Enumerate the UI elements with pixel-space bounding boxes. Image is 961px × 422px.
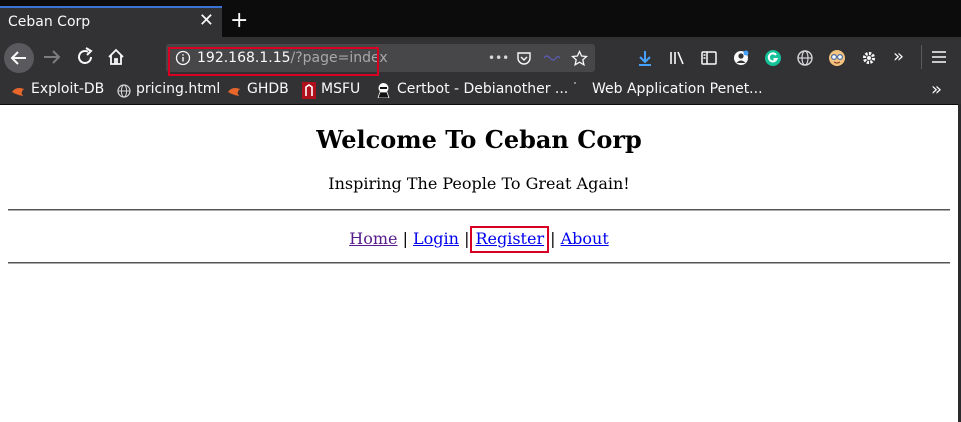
nav-link-login[interactable]: Login: [413, 229, 459, 248]
msfu-icon: [302, 82, 316, 99]
hamburger-menu-icon[interactable]: [931, 50, 947, 64]
grammarly-icon[interactable]: [764, 49, 782, 67]
bookmark-star-icon[interactable]: [571, 50, 588, 67]
register-highlight-box: Register: [470, 226, 550, 253]
page-actions-icon[interactable]: •••: [488, 51, 509, 65]
globe-toolbar-icon[interactable]: [796, 49, 814, 67]
home-button[interactable]: [103, 44, 129, 70]
bookmarks-toolbar: Exploit-DB pricing.html GHDB MSFU Certbo…: [0, 77, 961, 105]
new-tab-button[interactable]: +: [230, 9, 248, 33]
page-tagline: Inspiring The People To Great Again!: [328, 174, 630, 193]
forward-button[interactable]: [40, 44, 66, 70]
tab-strip: Ceban Corp ✕ +: [0, 0, 961, 37]
forward-arrow-icon: [44, 50, 61, 64]
nav-link-register[interactable]: Register: [475, 229, 544, 248]
bookmark-msfu[interactable]: MSFU: [321, 81, 360, 97]
navigation-toolbar: 192.168.1.15/?page=index ••• »: [0, 37, 961, 77]
reader-view-icon[interactable]: [543, 54, 561, 62]
overflow-menu-icon[interactable]: »: [893, 46, 904, 67]
top-divider: [8, 209, 950, 211]
bookmark-ghdb[interactable]: GHDB: [247, 81, 289, 97]
page-content: Welcome To Ceban Corp Inspiring The Peop…: [0, 105, 958, 422]
ghdb-icon: [228, 88, 240, 96]
library-icon[interactable]: [668, 49, 686, 67]
site-navigation: Home | Login | Register | About: [0, 226, 958, 253]
tab-title: Ceban Corp: [8, 14, 91, 30]
exploit-db-icon: [12, 88, 24, 96]
page-title: Welcome To Ceban Corp: [316, 125, 642, 154]
globe-icon: [117, 84, 131, 98]
settings-gear-icon[interactable]: [860, 49, 878, 67]
nav-separator: |: [550, 229, 556, 248]
account-icon[interactable]: [732, 49, 750, 67]
back-button[interactable]: [4, 43, 34, 73]
bookmark-web-app-pentest[interactable]: Web Application Penet...: [592, 81, 763, 97]
bookmark-exploit-db[interactable]: Exploit-DB: [31, 81, 104, 97]
reload-button[interactable]: [72, 44, 98, 70]
extension-face-icon[interactable]: [828, 49, 846, 67]
reload-icon: [78, 47, 93, 64]
back-arrow-icon: [10, 51, 26, 65]
nav-separator: |: [402, 229, 408, 248]
tab-close-icon[interactable]: ✕: [199, 11, 214, 31]
nav-link-home[interactable]: Home: [349, 229, 397, 248]
toolbar-divider: [921, 45, 922, 69]
downloads-icon[interactable]: [636, 49, 654, 67]
pocket-icon[interactable]: [516, 50, 532, 66]
nav-separator: |: [464, 229, 470, 248]
bookmark-pricing[interactable]: pricing.html: [136, 81, 220, 97]
sidebar-icon[interactable]: [700, 49, 718, 67]
url-highlight-box: [168, 47, 379, 76]
bookmarks-overflow-icon[interactable]: »: [931, 79, 942, 100]
certbot-icon: [377, 83, 390, 98]
nav-link-about[interactable]: About: [561, 229, 609, 248]
bookmark-certbot[interactable]: Certbot - Debianother ...: [397, 81, 568, 97]
tab-ceban-corp[interactable]: Ceban Corp ✕: [0, 6, 222, 37]
web-page-icon: [574, 82, 576, 84]
bottom-divider: [8, 262, 950, 264]
home-icon: [108, 48, 124, 65]
